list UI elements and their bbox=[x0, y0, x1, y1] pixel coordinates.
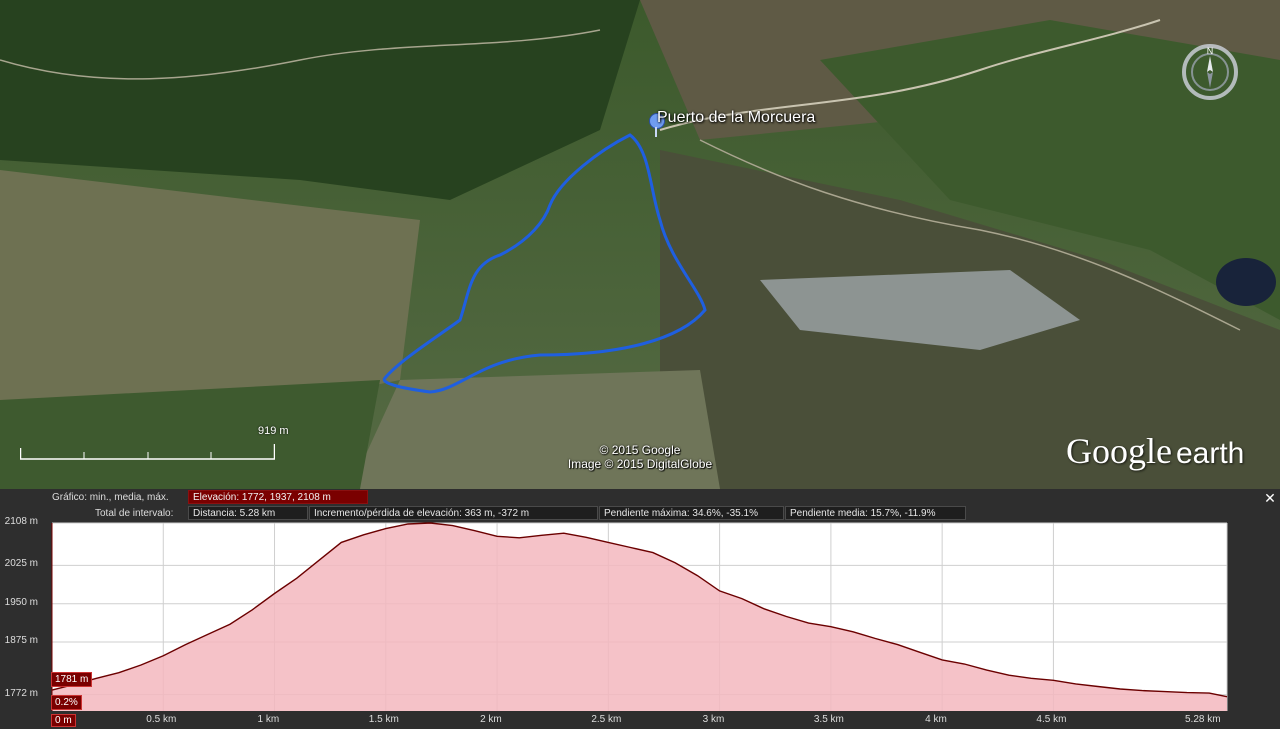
close-icon[interactable]: ✕ bbox=[1263, 491, 1277, 505]
stats-row-graph: Gráfico: min., media, máx. Elevación: 17… bbox=[0, 490, 1280, 505]
map-view[interactable]: Puerto de la Morcuera N 919 m © 2015 Goo… bbox=[0, 0, 1280, 489]
x-tick-label: 1.5 km bbox=[368, 714, 399, 725]
cursor-elevation-tag: 1781 m bbox=[51, 672, 93, 687]
y-tick-label: 2025 m bbox=[4, 558, 38, 570]
y-tick-label: 2108 m bbox=[4, 516, 38, 527]
x-tick-label: 5.28 km bbox=[1185, 714, 1221, 725]
placemark-pin-stem bbox=[655, 127, 657, 137]
x-tick-label: 0.5 km bbox=[146, 714, 177, 725]
x-tick-label: 3 km bbox=[702, 714, 725, 725]
logo-earth: earth bbox=[1175, 437, 1245, 470]
x-tick-label: 4.5 km bbox=[1036, 714, 1067, 725]
compass-icon[interactable]: N bbox=[1180, 42, 1240, 102]
imagery-credits: © 2015 Google Image © 2015 DigitalGlobe bbox=[540, 443, 740, 471]
credit-imagery: Image © 2015 DigitalGlobe bbox=[567, 457, 713, 471]
elevation-chart[interactable] bbox=[0, 519, 1280, 729]
y-tick-label: 1875 m bbox=[4, 635, 38, 647]
satellite-terrain bbox=[0, 0, 1280, 489]
x-tick-label: 4 km bbox=[925, 714, 947, 725]
credit-google: © 2015 Google bbox=[599, 443, 681, 457]
scale-label: 919 m bbox=[258, 425, 289, 437]
graph-label: Gráfico: min., media, máx. bbox=[52, 492, 169, 503]
elevation-stat[interactable]: Elevación: 1772, 1937, 2108 m bbox=[188, 490, 368, 504]
elevation-profile-panel[interactable]: Gráfico: min., media, máx. Elevación: 17… bbox=[0, 489, 1280, 729]
avg-slope-stat[interactable]: Pendiente media: 15.7%, -11.9% bbox=[785, 506, 966, 520]
max-slope-stat[interactable]: Pendiente máxima: 34.6%, -35.1% bbox=[599, 506, 784, 520]
compass-letter: N bbox=[1207, 46, 1214, 56]
x-tick-label: 0 m bbox=[51, 714, 76, 727]
y-tick-label: 1772 m bbox=[4, 687, 38, 699]
google-earth-logo: Google earth bbox=[1066, 430, 1244, 472]
placemark-label[interactable]: Puerto de la Morcuera bbox=[657, 109, 815, 127]
x-tick-label: 1 km bbox=[257, 714, 280, 725]
y-tick-label: 1950 m bbox=[4, 596, 38, 608]
distance-stat[interactable]: Distancia: 5.28 km bbox=[188, 506, 308, 520]
gain-loss-stat[interactable]: Incremento/pérdida de elevación: 363 m, … bbox=[309, 506, 598, 520]
scale-bar bbox=[20, 444, 275, 460]
logo-google: Google bbox=[1066, 431, 1172, 471]
cursor-slope-tag: 0.2% bbox=[51, 695, 82, 710]
x-tick-label: 2 km bbox=[480, 714, 502, 725]
x-tick-label: 3.5 km bbox=[813, 714, 844, 725]
x-tick-label: 2.5 km bbox=[591, 714, 622, 725]
